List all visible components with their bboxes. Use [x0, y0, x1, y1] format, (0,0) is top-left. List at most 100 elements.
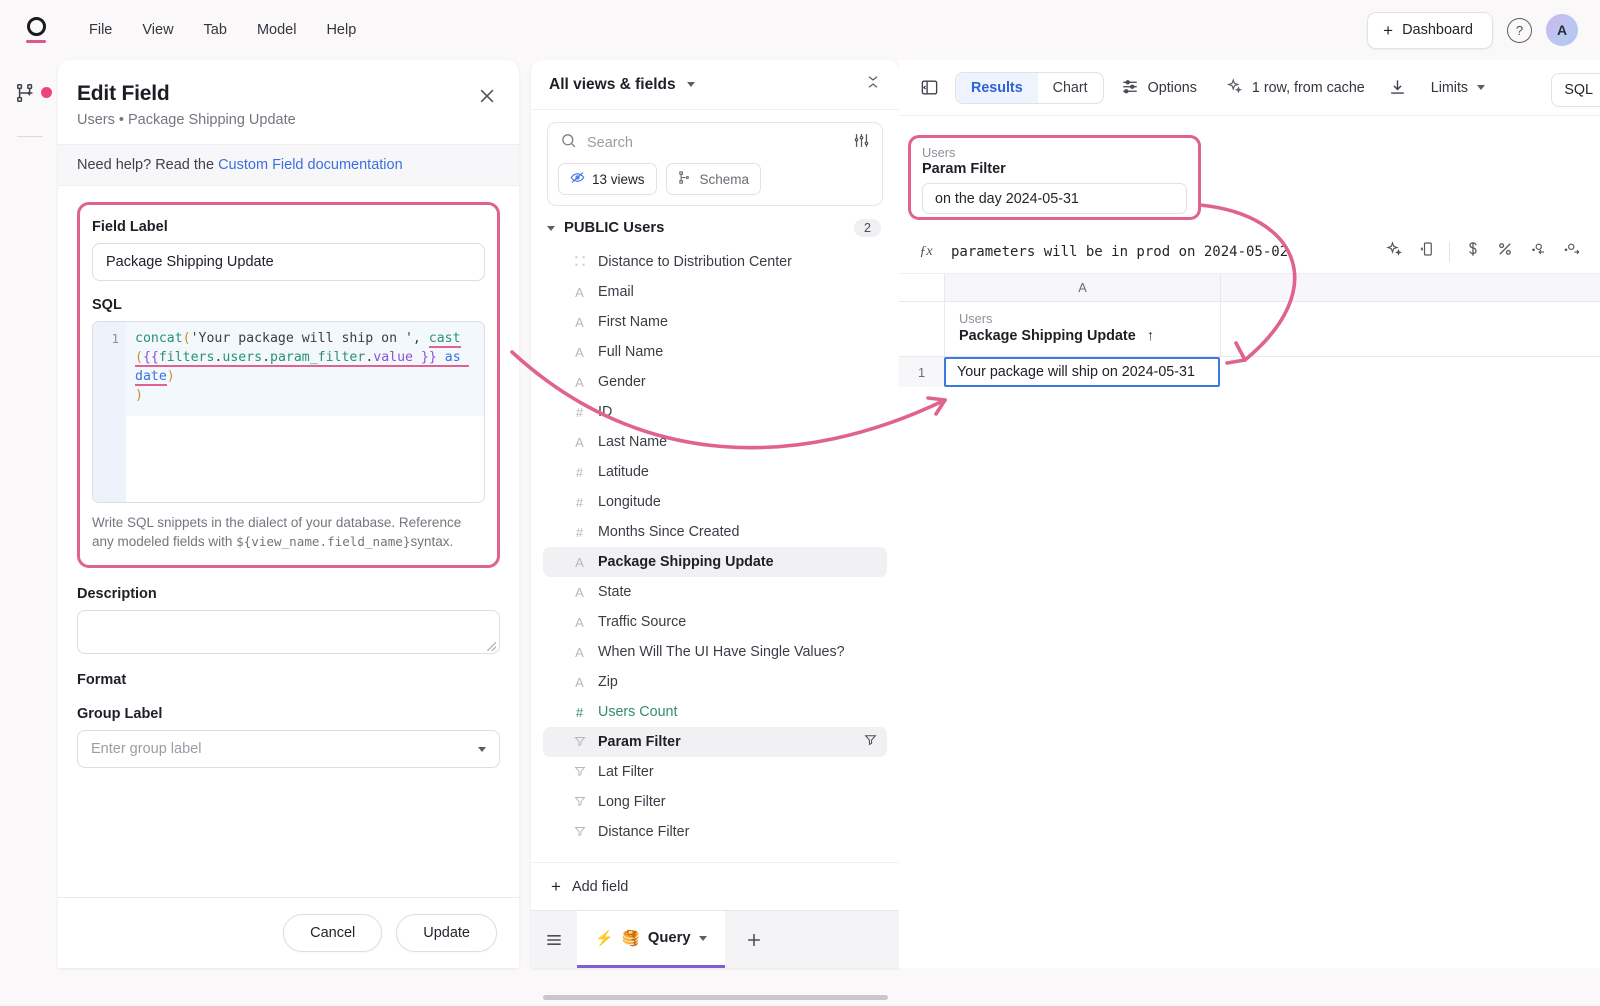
results-grid: A Users Package Shipping Update ↑ 1 Your…	[899, 274, 1600, 387]
increase-decimal-icon[interactable]	[1562, 240, 1582, 263]
field-row[interactable]: Distance Filter	[543, 817, 887, 847]
tab-results[interactable]: Results	[956, 73, 1038, 103]
column-header-a[interactable]: A	[945, 274, 1221, 301]
sql-token-paramfilter: param_filter	[270, 350, 365, 367]
field-label-input[interactable]: Package Shipping Update	[92, 243, 485, 281]
menu-item-model[interactable]: Model	[244, 16, 310, 44]
text-field-icon: A	[573, 345, 586, 360]
menu-item-view[interactable]: View	[129, 16, 186, 44]
description-input[interactable]	[77, 610, 500, 654]
field-row[interactable]: #Users Count	[543, 697, 887, 727]
field-row[interactable]: #Latitude	[543, 457, 887, 487]
number-field-icon: #	[573, 525, 586, 540]
close-icon[interactable]	[477, 86, 497, 106]
field-row[interactable]: ALast Name	[543, 427, 887, 457]
sort-asc-icon[interactable]: ↑	[1147, 328, 1154, 344]
plus-icon: +	[551, 878, 561, 895]
field-row[interactable]: AGender	[543, 367, 887, 397]
field-row[interactable]: Distance to Distribution Center	[543, 247, 887, 277]
results-toolbar: Results Chart Options 1 row, from cache	[899, 60, 1600, 116]
lightning-icon: ⚡	[595, 929, 613, 947]
field-row[interactable]: AState	[543, 577, 887, 607]
field-row[interactable]: AFull Name	[543, 337, 887, 367]
sql-code[interactable]: concat('Your package will ship on ', cas…	[126, 322, 484, 416]
add-dashboard-button[interactable]: + Dashboard	[1367, 12, 1493, 49]
horizontal-scrollbar[interactable]	[543, 995, 888, 1000]
tab-query[interactable]: ⚡ 🥞 Query	[577, 911, 725, 968]
param-filter-name: Param Filter	[922, 161, 1187, 177]
tab-chart[interactable]: Chart	[1038, 73, 1103, 103]
group-header-public-users[interactable]: PUBLIC Users 2	[531, 206, 899, 247]
avatar[interactable]: A	[1546, 14, 1578, 46]
param-filter-input[interactable]: on the day 2024-05-31	[922, 183, 1187, 214]
branch-icon[interactable]	[15, 82, 45, 106]
fields-panel: All views & fields Search	[531, 60, 899, 968]
field-row[interactable]: #Months Since Created	[543, 517, 887, 547]
update-button[interactable]: Update	[396, 914, 497, 952]
currency-icon[interactable]	[1464, 240, 1482, 263]
text-field-icon: A	[573, 315, 586, 330]
field-row[interactable]: AEmail	[543, 277, 887, 307]
filter-icon	[573, 735, 586, 750]
limits-button[interactable]: Limits	[1420, 73, 1496, 103]
help-icon[interactable]: ?	[1507, 18, 1532, 43]
top-menu-bar: File View Tab Model Help + Dashboard ? A	[0, 0, 1600, 60]
chevron-down-icon[interactable]	[687, 82, 695, 87]
field-name: Gender	[598, 374, 646, 390]
eye-off-icon	[570, 170, 585, 188]
param-filter-value: on the day 2024-05-31	[935, 191, 1079, 207]
resize-grip-icon[interactable]	[487, 642, 496, 651]
bottom-tab-bar: ⚡ 🥞 Query	[531, 910, 899, 968]
menu-item-tab[interactable]: Tab	[191, 16, 240, 44]
param-filter-view: Users	[922, 145, 1187, 160]
chevron-down-icon[interactable]	[699, 936, 707, 941]
percent-icon[interactable]	[1496, 240, 1514, 263]
field-row[interactable]: Long Filter	[543, 787, 887, 817]
field-row[interactable]: AWhen Will The UI Have Single Values?	[543, 637, 887, 667]
sql-token-comma: ,	[413, 331, 429, 346]
add-field-button[interactable]: + Add field	[531, 862, 899, 910]
decrease-decimal-icon[interactable]	[1528, 240, 1548, 263]
hamburger-icon[interactable]	[531, 911, 577, 968]
sql-empty-space[interactable]	[126, 416, 484, 503]
filter-settings-icon[interactable]	[853, 132, 870, 154]
views-chip[interactable]: 13 views	[558, 163, 657, 195]
grid-field-header-cell[interactable]: Users Package Shipping Update ↑	[945, 302, 1221, 356]
schema-chip[interactable]: Schema	[666, 163, 762, 195]
group-label-select[interactable]: Enter group label	[77, 730, 500, 768]
download-icon[interactable]	[1382, 73, 1414, 103]
field-row[interactable]: Param Filter	[543, 727, 887, 757]
options-button[interactable]: Options	[1110, 70, 1208, 106]
field-row[interactable]: AFirst Name	[543, 307, 887, 337]
field-row[interactable]: APackage Shipping Update	[543, 547, 887, 577]
formula-input[interactable]: parameters will be in prod on 2024-05-02	[951, 244, 1288, 260]
field-name: Long Filter	[598, 794, 666, 810]
field-row[interactable]: #Longitude	[543, 487, 887, 517]
app-logo[interactable]	[16, 17, 56, 43]
sparkle-icon[interactable]	[1385, 240, 1403, 263]
result-cell-selected[interactable]: Your package will ship on 2024-05-31	[944, 357, 1220, 387]
sql-token-space1	[413, 350, 421, 367]
field-row[interactable]: Lat Filter	[543, 757, 887, 787]
field-row[interactable]: ATraffic Source	[543, 607, 887, 637]
left-rail	[0, 60, 60, 1006]
toggle-sidebar-icon[interactable]	[913, 73, 945, 103]
filter-icon[interactable]	[864, 733, 877, 751]
sql-button[interactable]: SQL	[1551, 73, 1600, 107]
cancel-button[interactable]: Cancel	[283, 914, 382, 952]
help-banner: Need help? Read the Custom Field documen…	[58, 144, 519, 186]
add-tab-button[interactable]	[725, 911, 783, 968]
field-row[interactable]: #ID	[543, 397, 887, 427]
search-input[interactable]: Search	[587, 135, 843, 151]
custom-field-doc-link[interactable]: Custom Field documentation	[218, 157, 403, 173]
collapse-icon[interactable]	[865, 74, 881, 95]
field-name: Last Name	[598, 434, 667, 450]
sql-editor[interactable]: 1 concat('Your package will ship on ', c…	[92, 321, 485, 503]
menu-item-file[interactable]: File	[76, 16, 125, 44]
menu-item-help[interactable]: Help	[313, 16, 369, 44]
field-name: Lat Filter	[598, 764, 654, 780]
row-number[interactable]: 1	[899, 357, 945, 387]
field-row[interactable]: AZip	[543, 667, 887, 697]
insert-column-icon[interactable]	[1417, 240, 1435, 263]
search-row[interactable]: Search	[548, 123, 882, 163]
